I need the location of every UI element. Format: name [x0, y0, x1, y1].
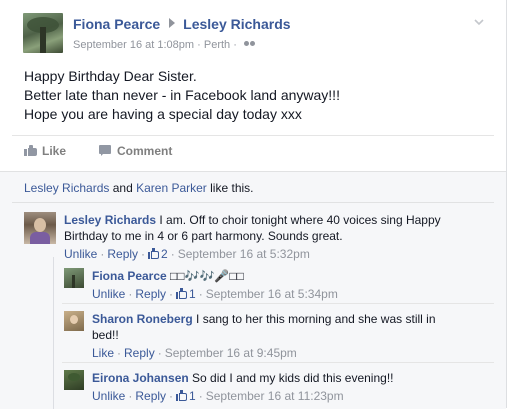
reply-like-count[interactable]: 1	[176, 287, 196, 301]
arrow-right-icon	[169, 18, 176, 28]
comment-bubble-icon	[99, 145, 112, 156]
chevron-down-icon[interactable]	[474, 17, 484, 27]
comment-button[interactable]: Comment	[99, 144, 172, 158]
comment: Lesley Richards I am. Off to choir tonig…	[64, 212, 484, 262]
reply-text: So did I and my kids did this evening!!	[192, 371, 394, 385]
like-count: 1	[189, 389, 196, 403]
like-count: 2	[161, 247, 168, 261]
reply-avatar[interactable]	[64, 311, 84, 331]
post-timestamp[interactable]: September 16 at 1:08pm	[73, 39, 194, 51]
reply-text: □□🎶🎶🎤□□	[170, 269, 244, 283]
like-label: Like	[42, 144, 67, 158]
comment-text-block: Lesley Richards I am. Off to choir tonig…	[64, 212, 484, 244]
post-text-line: Hope you are having a special day today …	[24, 106, 302, 122]
target-name-link[interactable]: Lesley Richards	[183, 16, 290, 32]
post-text-line: Better late than never - in Facebook lan…	[24, 87, 340, 103]
reply-author[interactable]: Sharon Roneberg	[92, 312, 193, 326]
dot-separator: ·	[169, 389, 174, 403]
unlike-link[interactable]: Unlike	[92, 389, 125, 403]
divider	[12, 135, 494, 136]
author-name-link[interactable]: Fiona Pearce	[73, 16, 160, 32]
divider	[62, 303, 494, 304]
friends-icon[interactable]	[243, 41, 256, 49]
post-location[interactable]: Perth	[204, 39, 230, 51]
dot-separator: ·	[169, 287, 174, 301]
dot-separator: ·	[198, 389, 203, 403]
reply-link[interactable]: Reply	[124, 346, 155, 360]
meta-separator: ·	[230, 39, 240, 51]
reply: Sharon Roneberg I sang to her this morni…	[92, 311, 452, 361]
reply-time[interactable]: September 16 at 11:23pm	[206, 389, 344, 403]
reply-time[interactable]: September 16 at 9:45pm	[165, 346, 297, 360]
liker-link[interactable]: Lesley Richards	[24, 181, 109, 195]
comment-label: Comment	[117, 144, 173, 158]
thumbs-up-icon	[176, 288, 188, 299]
reply: Eirona Johansen So did I and my kids did…	[92, 370, 484, 404]
thumbs-up-icon	[176, 390, 188, 401]
dot-separator: ·	[128, 389, 133, 403]
comment-author[interactable]: Lesley Richards	[64, 213, 156, 227]
reply-author[interactable]: Fiona Pearce	[92, 269, 167, 283]
unlike-link[interactable]: Unlike	[92, 287, 125, 301]
divider	[62, 362, 494, 363]
liker-link[interactable]: Karen Parker	[136, 181, 207, 195]
reply-actions: Unlike · Reply · 1 · September 16 at 11:23pm	[92, 388, 484, 404]
dot-separator: ·	[128, 287, 133, 301]
post-text-line: Happy Birthday Dear Sister.	[24, 68, 197, 84]
reply-link[interactable]: Reply	[135, 287, 166, 301]
dot-separator: ·	[141, 247, 146, 261]
post-meta: September 16 at 1:08pm · Perth ·	[73, 39, 256, 51]
reply-avatar[interactable]	[64, 268, 84, 288]
likes-suffix: like this.	[210, 181, 254, 195]
divider	[12, 202, 494, 203]
post-card: Fiona Pearce Lesley Richards September 16…	[0, 0, 507, 409]
post-actions: Like Comment	[24, 144, 172, 158]
reply-time[interactable]: September 16 at 5:34pm	[206, 287, 338, 301]
reply: Fiona Pearce □□🎶🎶🎤□□ Unlike · Reply · 1 · Sept…	[92, 268, 484, 302]
comment-time[interactable]: September 16 at 5:32pm	[178, 247, 310, 261]
author-avatar[interactable]	[23, 13, 63, 53]
post-body: Happy Birthday Dear Sister. Better late …	[24, 67, 340, 124]
thumbs-up-icon	[148, 248, 160, 259]
reply-author[interactable]: Eirona Johansen	[92, 371, 189, 385]
meta-separator: ·	[194, 39, 204, 51]
dot-separator: ·	[198, 287, 203, 301]
post-footer: Lesley Richards and Karen Parker like th…	[0, 171, 506, 409]
reply-like-count[interactable]: 1	[176, 389, 196, 403]
reply-avatar[interactable]	[64, 370, 84, 390]
reply-actions: Like · Reply · September 16 at 9:45pm	[92, 345, 452, 361]
reply-link[interactable]: Reply	[107, 247, 138, 261]
dot-separator: ·	[170, 247, 175, 261]
comment-actions: Unlike · Reply · 2 · September 16 at 5:32pm	[64, 246, 484, 262]
commenter-avatar[interactable]	[24, 212, 56, 244]
comment-like-count[interactable]: 2	[148, 247, 168, 261]
dot-separator: ·	[100, 247, 105, 261]
likes-summary: Lesley Richards and Karen Parker like th…	[24, 181, 254, 195]
reply-actions: Unlike · Reply · 1 · September 16 at 5:34pm	[92, 286, 484, 302]
dot-separator: ·	[117, 346, 122, 360]
like-count: 1	[189, 287, 196, 301]
reply-link[interactable]: Reply	[135, 389, 166, 403]
like-link[interactable]: Like	[92, 346, 114, 360]
post-header: Fiona Pearce Lesley Richards	[73, 16, 291, 32]
likes-and: and	[112, 181, 133, 195]
like-button[interactable]: Like	[24, 144, 66, 158]
dot-separator: ·	[157, 346, 162, 360]
thumbs-up-icon	[24, 145, 37, 156]
unlike-link[interactable]: Unlike	[64, 247, 97, 261]
replies-indent-line	[53, 257, 54, 409]
